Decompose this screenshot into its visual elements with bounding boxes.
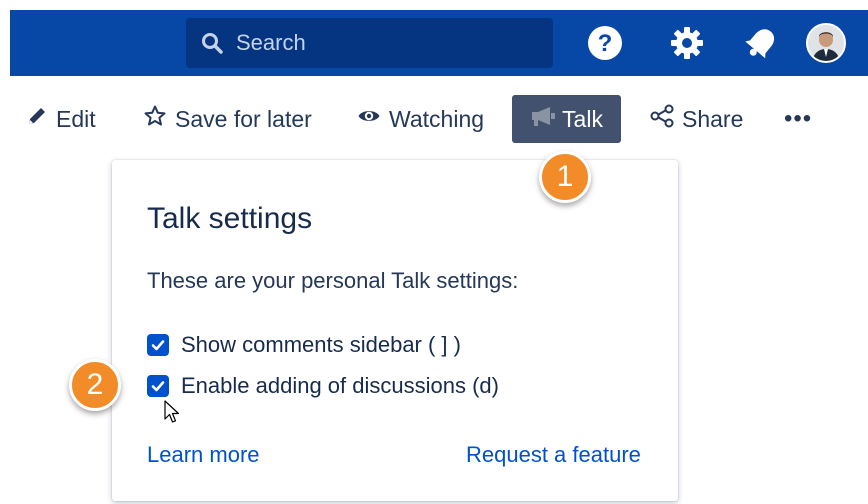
- top-navigation-bar: Search ?: [10, 10, 868, 76]
- share-label: Share: [682, 105, 744, 132]
- gear-icon[interactable]: [667, 23, 707, 63]
- enable-discussions-option[interactable]: Enable adding of discussions (d): [147, 372, 499, 400]
- more-actions-button[interactable]: •••: [784, 95, 812, 143]
- svg-text:?: ?: [598, 30, 613, 57]
- talk-button[interactable]: Talk: [512, 95, 621, 143]
- help-icon[interactable]: ?: [585, 23, 625, 63]
- show-comments-sidebar-checkbox[interactable]: [147, 334, 169, 356]
- search-input[interactable]: Search: [186, 18, 553, 68]
- panel-description: These are your personal Talk settings:: [147, 268, 519, 293]
- watching-label: Watching: [389, 105, 485, 132]
- learn-more-link[interactable]: Learn more: [147, 442, 260, 468]
- edit-button[interactable]: Edit: [26, 95, 96, 143]
- notification-bell-icon[interactable]: [741, 23, 781, 63]
- star-icon: [143, 104, 167, 134]
- enable-discussions-label: Enable adding of discussions (d): [181, 373, 499, 398]
- talk-settings-panel: Talk settings These are your personal Ta…: [112, 160, 678, 501]
- more-icon: •••: [784, 105, 813, 132]
- pencil-icon: [26, 105, 48, 133]
- show-comments-sidebar-label: Show comments sidebar ( ] ): [181, 332, 461, 357]
- save-for-later-label: Save for later: [175, 105, 312, 132]
- share-icon: [650, 104, 674, 134]
- edit-label: Edit: [56, 105, 96, 132]
- save-for-later-button[interactable]: Save for later: [143, 95, 312, 143]
- talk-label: Talk: [562, 105, 603, 132]
- eye-icon: [357, 104, 381, 134]
- search-placeholder: Search: [236, 30, 306, 55]
- watching-button[interactable]: Watching: [357, 95, 484, 143]
- enable-discussions-checkbox[interactable]: [147, 375, 169, 397]
- share-button[interactable]: Share: [650, 95, 743, 143]
- show-comments-sidebar-option[interactable]: Show comments sidebar ( ] ): [147, 331, 461, 359]
- search-icon: [200, 31, 224, 55]
- step-1-badge: 1: [539, 151, 591, 203]
- avatar[interactable]: [806, 23, 846, 63]
- megaphone-icon: [530, 104, 558, 134]
- mouse-pointer-icon: [164, 400, 180, 429]
- request-feature-link[interactable]: Request a feature: [466, 442, 641, 468]
- panel-title: Talk settings: [147, 202, 313, 235]
- step-2-badge: 2: [69, 359, 121, 411]
